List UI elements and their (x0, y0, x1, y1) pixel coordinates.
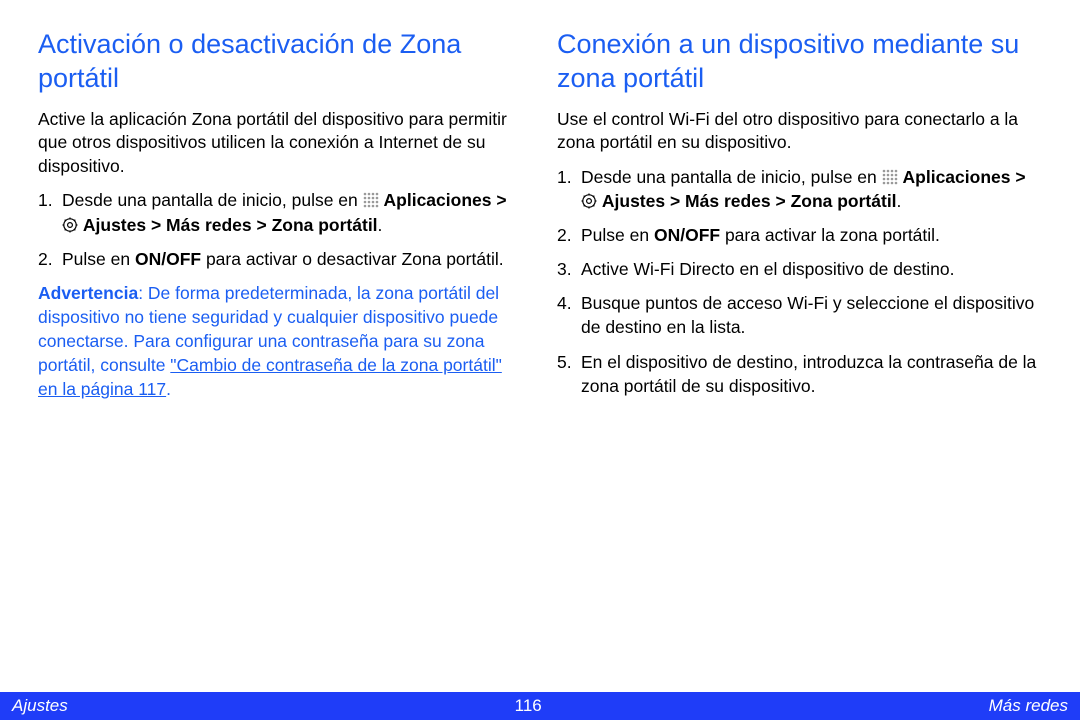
right-steps: Desde una pantalla de inicio, pulse en A… (557, 165, 1042, 398)
page-content: Activación o desactivación de Zona portá… (0, 0, 1080, 692)
left-lead: Active la aplicación Zona portátil del d… (38, 108, 523, 179)
left-heading: Activación o desactivación de Zona portá… (38, 28, 523, 96)
left-steps: Desde una pantalla de inicio, pulse en A… (38, 188, 523, 270)
warning-tail: . (166, 379, 171, 399)
right-step-4: Busque puntos de acceso Wi-Fi y seleccio… (557, 291, 1042, 339)
manual-page: Activación o desactivación de Zona portá… (0, 0, 1080, 720)
footer-page-number: 116 (515, 696, 542, 716)
step-text: Pulse en (581, 225, 654, 245)
right-heading: Conexión a un dispositivo mediante su zo… (557, 28, 1042, 96)
right-step-3: Active Wi-Fi Directo en el dispositivo d… (557, 257, 1042, 281)
step-path-b: Ajustes > Más redes > Zona portátil (602, 191, 897, 211)
footer-left: Ajustes (12, 696, 68, 716)
onoff-label: ON/OFF (654, 225, 720, 245)
step-text-tail: para activar la zona portátil. (720, 225, 940, 245)
step-text: Desde una pantalla de inicio, pulse en (581, 167, 882, 187)
step-text-tail: para activar o desactivar Zona portátil. (201, 249, 504, 269)
left-column: Activación o desactivación de Zona portá… (38, 28, 523, 682)
footer-right: Más redes (989, 696, 1068, 716)
left-step-2: Pulse en ON/OFF para activar o desactiva… (38, 247, 523, 271)
warning-text: Advertencia: De forma predeterminada, la… (38, 281, 523, 402)
right-step-5: En el dispositivo de destino, introduzca… (557, 350, 1042, 398)
step-period: . (378, 215, 383, 235)
right-column: Conexión a un dispositivo mediante su zo… (557, 28, 1042, 682)
right-step-2: Pulse en ON/OFF para activar la zona por… (557, 223, 1042, 247)
settings-gear-icon (581, 191, 597, 207)
right-step-1: Desde una pantalla de inicio, pulse en A… (557, 165, 1042, 213)
page-footer: Ajustes 116 Más redes (0, 692, 1080, 720)
step-text: Desde una pantalla de inicio, pulse en (62, 190, 363, 210)
warning-label: Advertencia (38, 283, 138, 303)
step-text: Pulse en (62, 249, 135, 269)
right-lead: Use el control Wi-Fi del otro dispositiv… (557, 108, 1042, 155)
step-path-a: Aplicaciones > (903, 167, 1026, 187)
left-step-1: Desde una pantalla de inicio, pulse en A… (38, 188, 523, 236)
step-period: . (897, 191, 902, 211)
step-path-b: Ajustes > Más redes > Zona portátil (83, 215, 378, 235)
step-path-a: Aplicaciones > (384, 190, 507, 210)
apps-grid-icon (363, 190, 379, 206)
settings-gear-icon (62, 215, 78, 231)
apps-grid-icon (882, 167, 898, 183)
onoff-label: ON/OFF (135, 249, 201, 269)
